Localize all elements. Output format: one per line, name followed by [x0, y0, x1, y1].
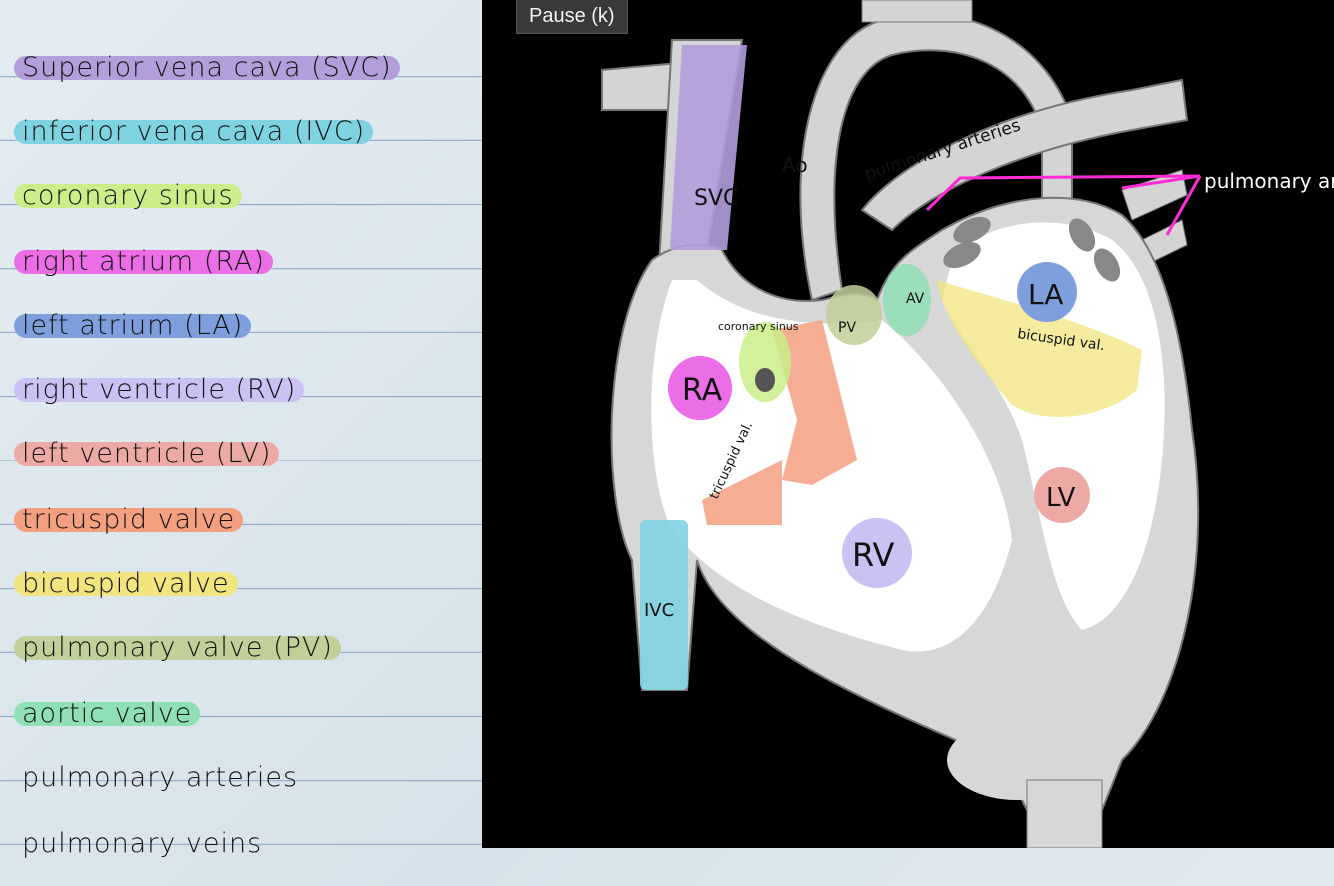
label-av: AV [906, 291, 925, 307]
descending-aorta [1026, 779, 1103, 848]
legend-item-lv: left ventricle (LV) [14, 437, 280, 469]
video-frame[interactable]: SVC IVC Ao pulmonary arteries pulmonary … [482, 0, 1334, 848]
label-ra: RA [682, 373, 723, 408]
coronary-sinus-opening [755, 368, 775, 392]
legend-label: inferior vena cava (IVC) [22, 115, 366, 147]
legend-label: left ventricle (LV) [22, 437, 272, 469]
legend-label: tricuspid valve [22, 503, 236, 535]
legend-item-pulmonary-veins: pulmonary veins [14, 827, 270, 859]
label-lv: LV [1046, 483, 1076, 513]
legend-label: Superior vena cava (SVC) [22, 51, 392, 83]
label-rv: RV [852, 536, 894, 574]
label-ivc: IVC [644, 600, 674, 621]
legend-item-av: aortic valve [14, 697, 201, 729]
legend-label: right atrium (RA) [22, 245, 266, 277]
heart-diagram: SVC IVC Ao pulmonary arteries pulmonary … [601, 0, 1334, 848]
legend-label: right ventricle (RV) [22, 373, 297, 405]
legend-item-pulmonary-arteries: pulmonary arteries [14, 761, 306, 793]
legend-label: bicuspid valve [22, 567, 230, 599]
legend-label: aortic valve [22, 697, 193, 729]
legend-item-bicuspid: bicuspid valve [14, 567, 238, 599]
legend-item-la: left atrium (LA) [14, 309, 252, 341]
legend-item-pv: pulmonary valve (PV) [14, 631, 341, 663]
label-pulmonary-arteries-right: pulmonary arteries [1204, 169, 1334, 193]
legend-item-coronary-sinus: coronary sinus [14, 179, 242, 211]
legend-item-tricuspid: tricuspid valve [14, 503, 244, 535]
label-la: LA [1028, 278, 1063, 311]
aortic-branches [861, 0, 973, 23]
legend-label: left atrium (LA) [22, 309, 244, 341]
legend-list: Superior vena cava (SVC) inferior vena c… [0, 0, 482, 886]
legend-item-ra: right atrium (RA) [14, 245, 274, 277]
label-svc: SVC [694, 186, 738, 211]
legend-label: pulmonary veins [22, 827, 263, 859]
label-coronary-sinus: coronary sinus [718, 320, 799, 333]
label-pv: PV [838, 320, 856, 336]
legend-label: pulmonary arteries [22, 761, 299, 793]
legend-item-svc: Superior vena cava (SVC) [14, 51, 400, 83]
legend-label: coronary sinus [22, 179, 234, 211]
svc-highlight [670, 45, 747, 250]
pause-button[interactable]: Pause (k) [516, 0, 628, 34]
pulmonary-valve-highlight [826, 285, 882, 345]
legend-item-rv: right ventricle (RV) [14, 373, 305, 405]
label-aorta: Ao [782, 153, 808, 177]
legend-label: pulmonary valve (PV) [22, 631, 333, 663]
legend-item-ivc: inferior vena cava (IVC) [14, 115, 374, 147]
